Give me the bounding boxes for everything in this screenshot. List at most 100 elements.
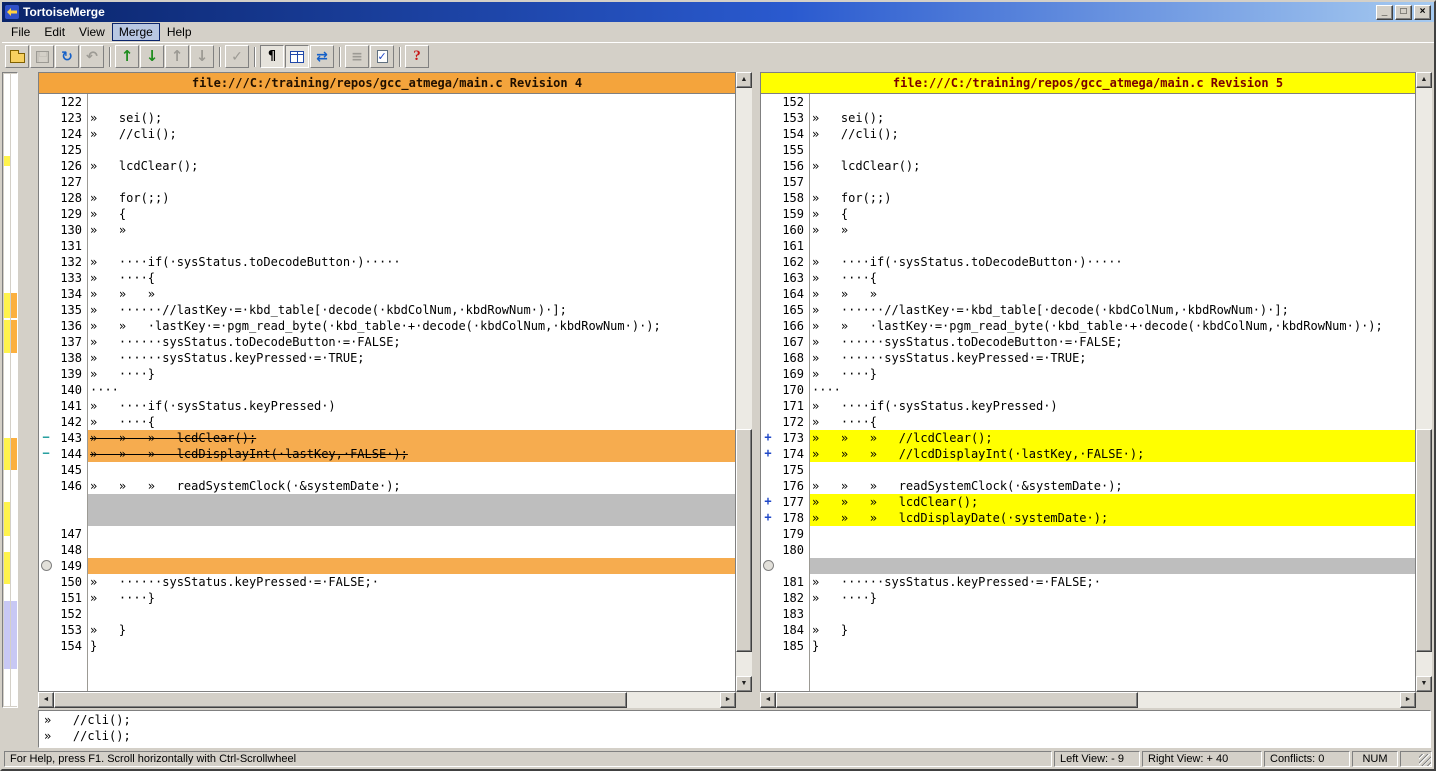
code-line[interactable]: 125 bbox=[39, 142, 735, 158]
code-line[interactable] bbox=[39, 494, 735, 510]
show-whitespace-button[interactable]: ¶ bbox=[260, 45, 284, 68]
code-line[interactable] bbox=[761, 558, 1415, 574]
scroll-right-button[interactable]: ► bbox=[720, 692, 736, 708]
code-line[interactable]: 131 bbox=[39, 238, 735, 254]
scroll-right-button[interactable]: ► bbox=[1400, 692, 1416, 708]
code-line[interactable]: 148 bbox=[39, 542, 735, 558]
locator-left-column[interactable] bbox=[4, 74, 10, 706]
code-line[interactable]: 151» ····} bbox=[39, 590, 735, 606]
two-pane-view-button[interactable] bbox=[285, 45, 309, 68]
code-line[interactable]: 138» ······sysStatus.keyPressed·=·TRUE; bbox=[39, 350, 735, 366]
code-line[interactable]: 128» for(;;) bbox=[39, 190, 735, 206]
code-line[interactable]: 152 bbox=[39, 606, 735, 622]
code-line[interactable]: 124» //cli(); bbox=[39, 126, 735, 142]
left-vertical-scrollbar[interactable]: ▲ ▼ bbox=[736, 72, 752, 692]
scroll-up-button[interactable]: ▲ bbox=[1416, 72, 1432, 88]
code-line[interactable]: 179 bbox=[761, 526, 1415, 542]
code-line[interactable]: 141» ····if(·sysStatus.keyPressed·) bbox=[39, 398, 735, 414]
code-line[interactable]: −143» » » lcdClear(); bbox=[39, 430, 735, 446]
code-line[interactable]: 153» sei(); bbox=[761, 110, 1415, 126]
pane-splitter[interactable] bbox=[752, 72, 760, 708]
code-line[interactable]: −144» » » lcdDisplayInt(·lastKey,·FALSE·… bbox=[39, 446, 735, 462]
reload-button[interactable]: ↻ bbox=[55, 45, 79, 68]
code-line[interactable]: 182» ····} bbox=[761, 590, 1415, 606]
code-line[interactable]: 183 bbox=[761, 606, 1415, 622]
code-line[interactable]: 180 bbox=[761, 542, 1415, 558]
scroll-track[interactable] bbox=[776, 692, 1400, 708]
locator-right-column[interactable] bbox=[11, 74, 17, 706]
code-line[interactable]: 123» sei(); bbox=[39, 110, 735, 126]
right-horizontal-scrollbar[interactable]: ◄ ► bbox=[760, 692, 1416, 708]
code-line[interactable]: 145 bbox=[39, 462, 735, 478]
code-line[interactable]: 167» ······sysStatus.toDecodeButton·=·FA… bbox=[761, 334, 1415, 350]
help-button[interactable]: ? bbox=[405, 45, 429, 68]
code-line[interactable]: 157 bbox=[761, 174, 1415, 190]
scroll-thumb[interactable] bbox=[776, 692, 1138, 708]
code-line[interactable]: 139» ····} bbox=[39, 366, 735, 382]
right-pane-body[interactable]: 152153» sei();154» //cli();155156» lcdCl… bbox=[760, 94, 1416, 692]
scroll-left-button[interactable]: ◄ bbox=[38, 692, 54, 708]
code-line[interactable]: 149 bbox=[39, 558, 735, 574]
code-line[interactable]: 160» » bbox=[761, 222, 1415, 238]
scroll-track[interactable] bbox=[54, 692, 720, 708]
code-line[interactable]: +174» » » //lcdDisplayInt(·lastKey,·FALS… bbox=[761, 446, 1415, 462]
code-line[interactable]: 158» for(;;) bbox=[761, 190, 1415, 206]
left-horizontal-scrollbar[interactable]: ◄ ► bbox=[38, 692, 736, 708]
code-line[interactable]: 133» ····{ bbox=[39, 270, 735, 286]
right-vertical-scrollbar[interactable]: ▲ ▼ bbox=[1416, 72, 1432, 692]
code-line[interactable]: 153» } bbox=[39, 622, 735, 638]
code-line[interactable]: 135» ······//lastKey·=·kbd_table[·decode… bbox=[39, 302, 735, 318]
menu-merge[interactable]: Merge bbox=[112, 23, 160, 41]
code-line[interactable]: 137» ······sysStatus.toDecodeButton·=·FA… bbox=[39, 334, 735, 350]
code-line[interactable]: 130» » bbox=[39, 222, 735, 238]
code-line[interactable]: 156» lcdClear(); bbox=[761, 158, 1415, 174]
code-line[interactable]: 185} bbox=[761, 638, 1415, 654]
code-line[interactable]: 140···· bbox=[39, 382, 735, 398]
settings-button[interactable] bbox=[370, 45, 394, 68]
left-pane-body[interactable]: 122123» sei();124» //cli();125126» lcdCl… bbox=[38, 94, 736, 692]
switch-views-button[interactable]: ⇄ bbox=[310, 45, 334, 68]
scroll-up-button[interactable]: ▲ bbox=[736, 72, 752, 88]
scroll-track[interactable] bbox=[736, 88, 752, 676]
code-line[interactable] bbox=[39, 510, 735, 526]
prev-difference-button[interactable]: ↑ bbox=[115, 45, 139, 68]
open-button[interactable] bbox=[5, 45, 29, 68]
code-line[interactable]: 164» » » bbox=[761, 286, 1415, 302]
code-line[interactable]: 150» ······sysStatus.keyPressed·=·FALSE;… bbox=[39, 574, 735, 590]
code-line[interactable]: 176» » » readSystemClock(·&systemDate·); bbox=[761, 478, 1415, 494]
code-line[interactable]: 163» ····{ bbox=[761, 270, 1415, 286]
code-line[interactable]: +173» » » //lcdClear(); bbox=[761, 430, 1415, 446]
scroll-down-button[interactable]: ▼ bbox=[736, 676, 752, 692]
code-line[interactable]: 136» » ·lastKey·=·pgm_read_byte(·kbd_tab… bbox=[39, 318, 735, 334]
diff-locator-bar[interactable] bbox=[2, 72, 18, 708]
code-line[interactable]: 168» ······sysStatus.keyPressed·=·TRUE; bbox=[761, 350, 1415, 366]
menu-help[interactable]: Help bbox=[160, 23, 199, 41]
code-line[interactable]: 127 bbox=[39, 174, 735, 190]
code-line[interactable]: 169» ····} bbox=[761, 366, 1415, 382]
close-button[interactable]: × bbox=[1414, 5, 1431, 20]
scroll-left-button[interactable]: ◄ bbox=[760, 692, 776, 708]
scroll-thumb[interactable] bbox=[736, 429, 752, 652]
code-line[interactable]: 172» ····{ bbox=[761, 414, 1415, 430]
code-line[interactable]: 129» { bbox=[39, 206, 735, 222]
code-line[interactable]: 146» » » readSystemClock(·&systemDate·); bbox=[39, 478, 735, 494]
next-difference-button[interactable]: ↓ bbox=[140, 45, 164, 68]
code-line[interactable]: +177» » » lcdClear(); bbox=[761, 494, 1415, 510]
scroll-down-button[interactable]: ▼ bbox=[1416, 676, 1432, 692]
code-line[interactable]: 132» ····if(·sysStatus.toDecodeButton·)·… bbox=[39, 254, 735, 270]
code-line[interactable]: 122 bbox=[39, 94, 735, 110]
code-line[interactable]: 154» //cli(); bbox=[761, 126, 1415, 142]
menu-file[interactable]: File bbox=[4, 23, 37, 41]
code-line[interactable]: 171» ····if(·sysStatus.keyPressed·) bbox=[761, 398, 1415, 414]
code-line[interactable]: 152 bbox=[761, 94, 1415, 110]
scroll-thumb[interactable] bbox=[1416, 429, 1432, 652]
scroll-track[interactable] bbox=[1416, 88, 1432, 676]
maximize-button[interactable]: □ bbox=[1395, 5, 1412, 20]
menu-edit[interactable]: Edit bbox=[37, 23, 72, 41]
code-line[interactable]: 154} bbox=[39, 638, 735, 654]
code-line[interactable]: 134» » » bbox=[39, 286, 735, 302]
code-line[interactable]: 181» ······sysStatus.keyPressed·=·FALSE;… bbox=[761, 574, 1415, 590]
code-line[interactable]: 170···· bbox=[761, 382, 1415, 398]
scroll-thumb[interactable] bbox=[54, 692, 627, 708]
code-line[interactable]: +178» » » lcdDisplayDate(·systemDate·); bbox=[761, 510, 1415, 526]
